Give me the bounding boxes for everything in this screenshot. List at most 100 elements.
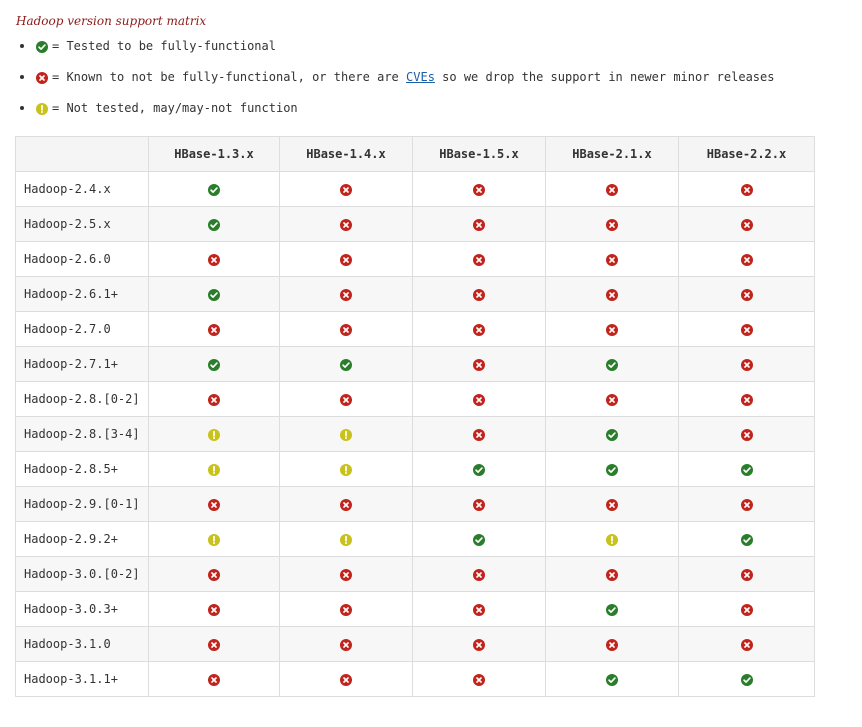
row-label: Hadoop-2.6.0 — [15, 241, 149, 277]
status-cell — [412, 346, 546, 382]
table-row: Hadoop-3.0.[0-2] — [15, 556, 815, 592]
exclamation-circle-icon — [36, 102, 48, 120]
status-cell — [678, 241, 815, 277]
x-circle-icon — [740, 323, 753, 336]
status-cell — [412, 521, 546, 557]
x-circle-icon — [473, 638, 485, 651]
x-circle-icon — [340, 253, 352, 266]
x-circle-icon — [606, 638, 618, 651]
x-circle-icon — [473, 428, 485, 441]
status-cell — [678, 311, 815, 347]
status-cell — [545, 241, 679, 277]
column-header-hbase-1-3: HBase-1.3.x — [148, 136, 280, 172]
x-circle-icon — [473, 253, 485, 266]
x-circle-icon — [473, 603, 485, 616]
status-cell — [412, 451, 546, 487]
status-cell — [412, 241, 546, 277]
status-cell — [279, 521, 413, 557]
status-cell — [148, 626, 280, 662]
x-circle-icon — [340, 603, 352, 616]
status-cell — [148, 416, 280, 452]
status-cell — [279, 346, 413, 382]
check-circle-icon — [208, 358, 220, 371]
status-cell — [545, 451, 679, 487]
status-cell — [545, 626, 679, 662]
status-cell — [412, 661, 546, 697]
x-circle-icon — [473, 358, 485, 371]
exclamation-circle-icon — [340, 428, 352, 441]
row-label: Hadoop-3.0.[0-2] — [15, 556, 149, 592]
table-row: Hadoop-3.1.0 — [15, 626, 815, 662]
status-cell — [412, 626, 546, 662]
exclamation-circle-icon — [340, 533, 352, 546]
x-circle-icon — [740, 568, 753, 581]
status-cell — [545, 661, 679, 697]
exclamation-circle-icon — [606, 533, 618, 546]
x-circle-icon — [740, 603, 753, 616]
x-circle-icon — [606, 393, 618, 406]
row-label: Hadoop-2.4.x — [15, 171, 149, 207]
x-circle-icon — [208, 498, 220, 511]
x-circle-icon — [606, 183, 618, 196]
check-circle-icon — [740, 673, 753, 686]
x-circle-icon — [208, 253, 220, 266]
row-label: Hadoop-2.7.1+ — [15, 346, 149, 382]
row-label: Hadoop-2.8.[0-2] — [15, 381, 149, 417]
status-cell — [678, 591, 815, 627]
check-circle-icon — [473, 463, 485, 476]
status-cell — [545, 416, 679, 452]
legend-item-warn: = Not tested, may/may-not function — [16, 99, 774, 130]
status-cell — [412, 276, 546, 312]
status-cell — [279, 661, 413, 697]
x-circle-icon — [740, 218, 753, 231]
legend-item-no: = Known to not be fully-functional, or t… — [16, 68, 774, 99]
status-cell — [412, 381, 546, 417]
status-cell — [279, 381, 413, 417]
status-cell — [678, 206, 815, 242]
x-circle-icon — [208, 568, 220, 581]
table-row: Hadoop-2.8.5+ — [15, 451, 815, 487]
x-circle-icon — [340, 288, 352, 301]
status-cell — [148, 591, 280, 627]
legend-text-warn: = Not tested, may/may-not function — [52, 101, 298, 115]
legend-text-no-after: so we drop the support in newer minor re… — [434, 70, 775, 84]
table-body: Hadoop-2.4.x Hadoop-2.5.x Hadoop-2.6.0 Hado… — [15, 171, 815, 697]
status-cell — [545, 556, 679, 592]
status-cell — [148, 661, 280, 697]
x-circle-icon — [473, 498, 485, 511]
x-circle-icon — [340, 498, 352, 511]
x-circle-icon — [473, 218, 485, 231]
check-circle-icon — [36, 40, 48, 58]
check-circle-icon — [208, 288, 220, 301]
x-circle-icon — [340, 638, 352, 651]
x-circle-icon — [473, 183, 485, 196]
check-circle-icon — [740, 533, 753, 546]
check-circle-icon — [208, 183, 220, 196]
table-row: Hadoop-2.8.[0-2] — [15, 381, 815, 417]
status-cell — [545, 521, 679, 557]
status-cell — [545, 381, 679, 417]
status-cell — [148, 381, 280, 417]
status-cell — [279, 556, 413, 592]
x-circle-icon — [606, 288, 618, 301]
status-cell — [678, 661, 815, 697]
row-label: Hadoop-2.5.x — [15, 206, 149, 242]
table-row: Hadoop-2.4.x — [15, 171, 815, 207]
x-circle-icon — [740, 638, 753, 651]
x-circle-icon — [208, 323, 220, 336]
column-header-hbase-2-2: HBase-2.2.x — [678, 136, 815, 172]
x-circle-icon — [740, 358, 753, 371]
status-cell — [412, 311, 546, 347]
x-circle-icon — [606, 498, 618, 511]
status-cell — [148, 451, 280, 487]
legend-text-no-before: = Known to not be fully-functional, or t… — [52, 70, 407, 84]
x-circle-icon — [36, 71, 48, 89]
row-label: Hadoop-2.7.0 — [15, 311, 149, 347]
cves-link[interactable]: CVEs — [406, 70, 435, 84]
status-cell — [545, 276, 679, 312]
check-circle-icon — [606, 358, 618, 371]
x-circle-icon — [740, 183, 753, 196]
status-cell — [678, 381, 815, 417]
column-header-hbase-1-5: HBase-1.5.x — [412, 136, 546, 172]
x-circle-icon — [740, 498, 753, 511]
